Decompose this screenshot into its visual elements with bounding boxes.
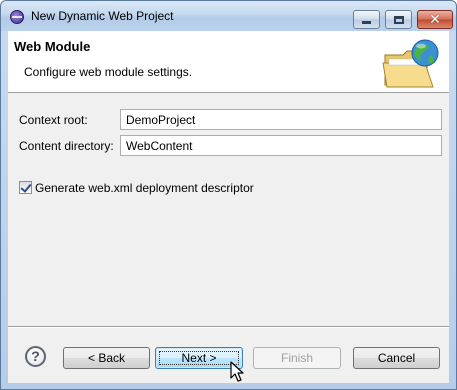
maximize-icon bbox=[393, 15, 404, 24]
content-directory-input[interactable] bbox=[120, 135, 442, 156]
context-root-row: Context root: bbox=[8, 109, 449, 131]
close-icon: ✕ bbox=[429, 11, 441, 28]
maximize-button[interactable] bbox=[385, 10, 412, 29]
context-root-label: Context root: bbox=[19, 113, 88, 127]
eclipse-icon bbox=[10, 10, 24, 24]
close-button[interactable]: ✕ bbox=[417, 10, 453, 29]
minimize-button[interactable] bbox=[353, 10, 380, 29]
focus-ring bbox=[159, 351, 239, 365]
finish-button[interactable]: Finish bbox=[253, 347, 341, 369]
content-directory-label: Content directory: bbox=[19, 139, 114, 153]
wizard-window: New Dynamic Web Project ✕ Web Module Con… bbox=[0, 0, 457, 390]
window-title: New Dynamic Web Project bbox=[31, 9, 174, 23]
mouse-pointer-icon bbox=[230, 361, 244, 382]
generate-descriptor-checkbox[interactable] bbox=[19, 181, 32, 194]
title-bar[interactable]: New Dynamic Web Project ✕ bbox=[1, 1, 456, 31]
help-icon[interactable]: ? bbox=[25, 346, 46, 367]
context-root-input[interactable] bbox=[120, 109, 442, 130]
wizard-body: Web Module Configure web module settings… bbox=[8, 31, 449, 383]
folder-globe-icon bbox=[382, 39, 439, 88]
page-description: Configure web module settings. bbox=[24, 65, 193, 79]
minimize-icon bbox=[362, 21, 371, 24]
content-directory-row: Content directory: bbox=[8, 135, 449, 157]
back-button[interactable]: < Back bbox=[63, 347, 150, 369]
button-bar-divider bbox=[8, 326, 449, 328]
cancel-button[interactable]: Cancel bbox=[353, 347, 440, 369]
page-title: Web Module bbox=[14, 39, 91, 54]
generate-descriptor-label[interactable]: Generate web.xml deployment descriptor bbox=[35, 181, 254, 195]
wizard-header: Web Module Configure web module settings… bbox=[8, 31, 449, 93]
